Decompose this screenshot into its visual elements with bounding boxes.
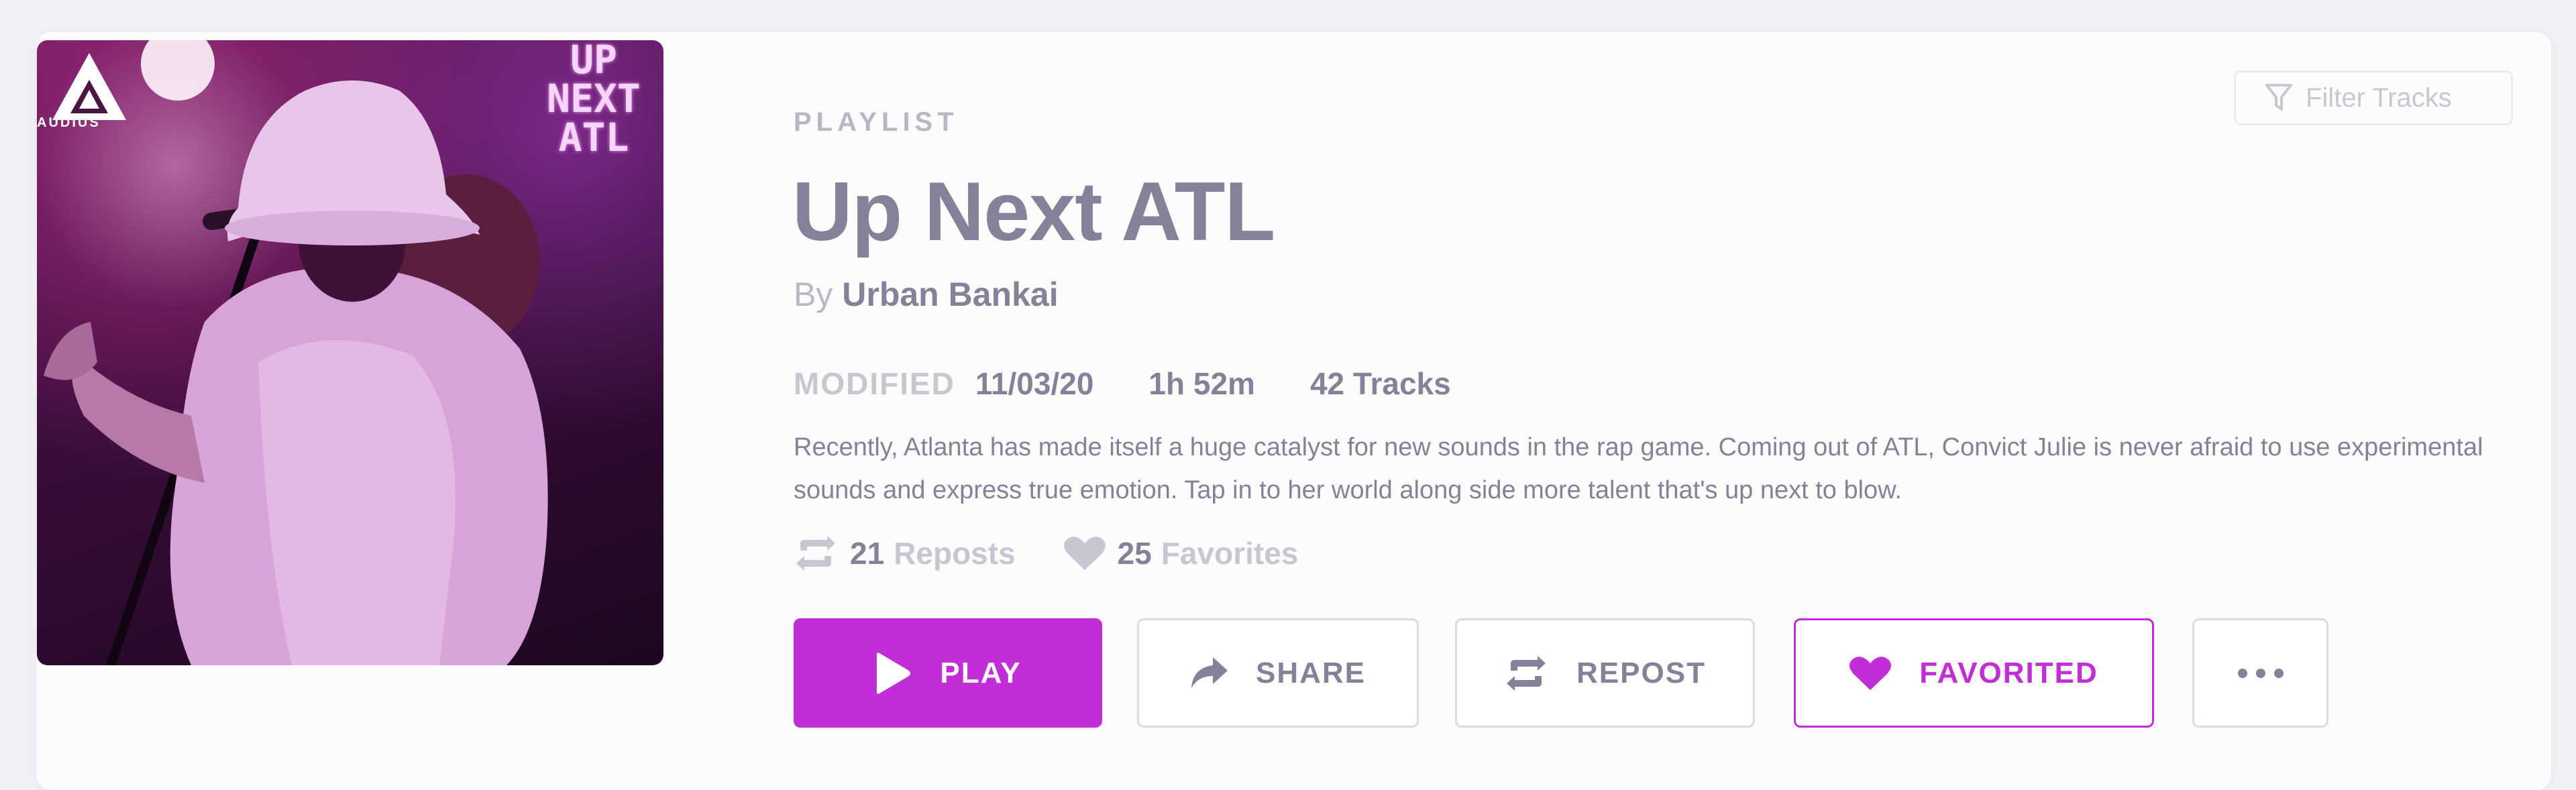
favorites-label: Favorites [1161, 536, 1299, 571]
modified-date: 11/03/20 [975, 366, 1094, 401]
favorites-stat[interactable]: 25 Favorites [1063, 535, 1299, 571]
author-link[interactable]: Urban Bankai [842, 276, 1058, 313]
heart-icon [1063, 537, 1106, 570]
collection-type-label: PLAYLIST [794, 107, 959, 137]
play-button-label: PLAY [940, 656, 1022, 689]
more-dots-icon [2237, 668, 2284, 678]
play-button[interactable]: PLAY [794, 618, 1102, 728]
overlay-line-up: UP [570, 40, 617, 82]
audius-logo-icon [52, 53, 126, 120]
artwork-overlay-text: UP NEXT ATL [527, 40, 661, 157]
overlay-line-next: NEXT [547, 76, 641, 121]
favorites-count: 25 [1117, 536, 1152, 571]
overlay-line-atl: ATL [558, 115, 629, 160]
playlist-meta: MODIFIED 11/03/20 1h 52m 42 Tracks [794, 365, 1506, 402]
reposts-stat[interactable]: 21 Reposts [794, 535, 1016, 571]
playlist-stats: 21 Reposts 25 Favorites [794, 535, 1346, 571]
playlist-description: Recently, Atlanta has made itself a huge… [794, 433, 2483, 504]
playlist-title: Up Next ATL [792, 166, 1275, 258]
share-arrow-icon [1191, 657, 1228, 688]
audius-logo-text: AUDIUS [37, 115, 101, 130]
repost-button[interactable]: REPOST [1455, 618, 1755, 728]
reposts-label: Reposts [894, 536, 1016, 571]
filter-funnel-icon [2265, 84, 2292, 111]
repost-icon [796, 536, 835, 571]
filter-placeholder: Filter Tracks [2306, 82, 2452, 113]
by-label: By [794, 276, 833, 313]
repost-button-label: REPOST [1576, 656, 1706, 689]
share-button-label: SHARE [1255, 656, 1366, 689]
playlist-artwork[interactable]: AUDIUS UP NEXT ATL [37, 40, 663, 665]
share-button[interactable]: SHARE [1137, 618, 1419, 728]
reposts-count: 21 [850, 536, 885, 571]
track-count: 42 Tracks [1309, 366, 1451, 401]
duration: 1h 52m [1148, 366, 1255, 401]
filter-tracks-input[interactable]: Filter Tracks [2234, 70, 2513, 125]
heart-icon [1849, 656, 1892, 690]
play-icon [877, 652, 911, 694]
modified-label: MODIFIED [794, 366, 955, 401]
more-options-button[interactable] [2192, 618, 2328, 728]
favorited-button[interactable]: FAVORITED [1794, 618, 2154, 728]
repost-icon [1507, 655, 1546, 691]
favorited-button-label: FAVORITED [1919, 656, 2098, 689]
byline: By Urban Bankai [794, 275, 1059, 314]
